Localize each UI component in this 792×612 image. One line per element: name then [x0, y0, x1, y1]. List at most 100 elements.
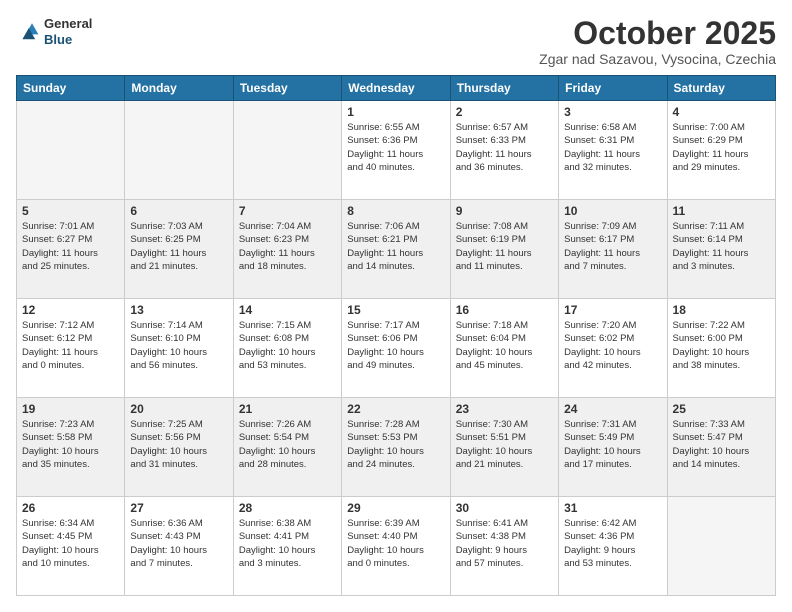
header: General Blue October 2025 Zgar nad Sazav… [16, 16, 776, 67]
calendar-day-cell: 18 Sunrise: 7:22 AM Sunset: 6:00 PM Dayli… [667, 299, 775, 398]
weekday-header-row: SundayMondayTuesdayWednesdayThursdayFrid… [17, 76, 776, 101]
weekday-header-tuesday: Tuesday [233, 76, 341, 101]
weekday-header-thursday: Thursday [450, 76, 558, 101]
page: General Blue October 2025 Zgar nad Sazav… [0, 0, 792, 612]
calendar-day-cell: 5 Sunrise: 7:01 AM Sunset: 6:27 PM Daylig… [17, 200, 125, 299]
day-info: Sunrise: 7:09 AM Sunset: 6:17 PM Dayligh… [564, 220, 661, 273]
day-info: Sunrise: 6:36 AM Sunset: 4:43 PM Dayligh… [130, 517, 227, 570]
day-info: Sunrise: 6:38 AM Sunset: 4:41 PM Dayligh… [239, 517, 336, 570]
day-number: 31 [564, 501, 661, 515]
day-number: 20 [130, 402, 227, 416]
calendar-day-cell: 30 Sunrise: 6:41 AM Sunset: 4:38 PM Dayli… [450, 497, 558, 596]
calendar-day-cell: 3Sunrise: 6:58 AM Sunset: 6:31 PM Daylig… [559, 101, 667, 200]
calendar-day-cell: 27 Sunrise: 6:36 AM Sunset: 4:43 PM Dayli… [125, 497, 233, 596]
calendar-day-cell: 19 Sunrise: 7:23 AM Sunset: 5:58 PM Dayli… [17, 398, 125, 497]
day-info: Sunrise: 7:04 AM Sunset: 6:23 PM Dayligh… [239, 220, 336, 273]
day-number: 4 [673, 105, 770, 119]
title-section: October 2025 Zgar nad Sazavou, Vysocina,… [539, 16, 776, 67]
day-number: 6 [130, 204, 227, 218]
calendar-day-cell: 1 Sunrise: 6:55 AM Sunset: 6:36 PM Daylig… [342, 101, 450, 200]
calendar-day-cell: 11Sunrise: 7:11 AM Sunset: 6:14 PM Dayli… [667, 200, 775, 299]
day-number: 2 [456, 105, 553, 119]
day-info: Sunrise: 7:08 AM Sunset: 6:19 PM Dayligh… [456, 220, 553, 273]
calendar-week-row: 1 Sunrise: 6:55 AM Sunset: 6:36 PM Daylig… [17, 101, 776, 200]
day-info: Sunrise: 6:41 AM Sunset: 4:38 PM Dayligh… [456, 517, 553, 570]
calendar-body: 1 Sunrise: 6:55 AM Sunset: 6:36 PM Daylig… [17, 101, 776, 596]
logo-blue: Blue [44, 32, 92, 48]
day-number: 17 [564, 303, 661, 317]
day-number: 22 [347, 402, 444, 416]
calendar-day-cell: 6 Sunrise: 7:03 AM Sunset: 6:25 PM Daylig… [125, 200, 233, 299]
day-info: Sunrise: 7:23 AM Sunset: 5:58 PM Dayligh… [22, 418, 119, 471]
day-number: 28 [239, 501, 336, 515]
calendar-day-cell: 29Sunrise: 6:39 AM Sunset: 4:40 PM Dayli… [342, 497, 450, 596]
day-number: 25 [673, 402, 770, 416]
weekday-header-monday: Monday [125, 76, 233, 101]
day-info: Sunrise: 6:57 AM Sunset: 6:33 PM Dayligh… [456, 121, 553, 174]
calendar-day-cell: 24Sunrise: 7:31 AM Sunset: 5:49 PM Dayli… [559, 398, 667, 497]
day-number: 9 [456, 204, 553, 218]
calendar-week-row: 26 Sunrise: 6:34 AM Sunset: 4:45 PM Dayli… [17, 497, 776, 596]
calendar-day-cell: 25 Sunrise: 7:33 AM Sunset: 5:47 PM Dayli… [667, 398, 775, 497]
day-info: Sunrise: 7:18 AM Sunset: 6:04 PM Dayligh… [456, 319, 553, 372]
day-info: Sunrise: 6:42 AM Sunset: 4:36 PM Dayligh… [564, 517, 661, 570]
day-number: 7 [239, 204, 336, 218]
calendar-week-row: 19 Sunrise: 7:23 AM Sunset: 5:58 PM Dayli… [17, 398, 776, 497]
logo-text: General Blue [44, 16, 92, 47]
calendar-day-cell [125, 101, 233, 200]
calendar-day-cell: 28 Sunrise: 6:38 AM Sunset: 4:41 PM Dayli… [233, 497, 341, 596]
day-number: 24 [564, 402, 661, 416]
weekday-header-friday: Friday [559, 76, 667, 101]
day-number: 8 [347, 204, 444, 218]
calendar-day-cell: 12 Sunrise: 7:12 AM Sunset: 6:12 PM Dayli… [17, 299, 125, 398]
day-info: Sunrise: 6:55 AM Sunset: 6:36 PM Dayligh… [347, 121, 444, 174]
day-info: Sunrise: 7:20 AM Sunset: 6:02 PM Dayligh… [564, 319, 661, 372]
day-number: 1 [347, 105, 444, 119]
day-info: Sunrise: 7:15 AM Sunset: 6:08 PM Dayligh… [239, 319, 336, 372]
day-info: Sunrise: 7:11 AM Sunset: 6:14 PM Dayligh… [673, 220, 770, 273]
day-info: Sunrise: 7:00 AM Sunset: 6:29 PM Dayligh… [673, 121, 770, 174]
day-number: 30 [456, 501, 553, 515]
logo-icon [16, 20, 40, 44]
day-number: 5 [22, 204, 119, 218]
day-info: Sunrise: 7:06 AM Sunset: 6:21 PM Dayligh… [347, 220, 444, 273]
calendar-day-cell: 2 Sunrise: 6:57 AM Sunset: 6:33 PM Daylig… [450, 101, 558, 200]
day-number: 18 [673, 303, 770, 317]
day-number: 12 [22, 303, 119, 317]
day-number: 21 [239, 402, 336, 416]
weekday-header-wednesday: Wednesday [342, 76, 450, 101]
day-number: 27 [130, 501, 227, 515]
logo-general: General [44, 16, 92, 32]
day-info: Sunrise: 6:39 AM Sunset: 4:40 PM Dayligh… [347, 517, 444, 570]
day-number: 15 [347, 303, 444, 317]
day-info: Sunrise: 7:25 AM Sunset: 5:56 PM Dayligh… [130, 418, 227, 471]
day-info: Sunrise: 6:34 AM Sunset: 4:45 PM Dayligh… [22, 517, 119, 570]
day-info: Sunrise: 7:22 AM Sunset: 6:00 PM Dayligh… [673, 319, 770, 372]
day-info: Sunrise: 7:33 AM Sunset: 5:47 PM Dayligh… [673, 418, 770, 471]
calendar-day-cell [233, 101, 341, 200]
day-info: Sunrise: 7:03 AM Sunset: 6:25 PM Dayligh… [130, 220, 227, 273]
calendar-header: SundayMondayTuesdayWednesdayThursdayFrid… [17, 76, 776, 101]
day-info: Sunrise: 7:26 AM Sunset: 5:54 PM Dayligh… [239, 418, 336, 471]
day-number: 26 [22, 501, 119, 515]
weekday-header-saturday: Saturday [667, 76, 775, 101]
day-number: 3 [564, 105, 661, 119]
calendar-day-cell: 21 Sunrise: 7:26 AM Sunset: 5:54 PM Dayli… [233, 398, 341, 497]
calendar-day-cell: 22Sunrise: 7:28 AM Sunset: 5:53 PM Dayli… [342, 398, 450, 497]
day-info: Sunrise: 7:14 AM Sunset: 6:10 PM Dayligh… [130, 319, 227, 372]
calendar-week-row: 12 Sunrise: 7:12 AM Sunset: 6:12 PM Dayli… [17, 299, 776, 398]
calendar-day-cell: 14Sunrise: 7:15 AM Sunset: 6:08 PM Dayli… [233, 299, 341, 398]
day-number: 23 [456, 402, 553, 416]
calendar-day-cell: 16 Sunrise: 7:18 AM Sunset: 6:04 PM Dayli… [450, 299, 558, 398]
day-info: Sunrise: 7:12 AM Sunset: 6:12 PM Dayligh… [22, 319, 119, 372]
day-number: 16 [456, 303, 553, 317]
calendar-day-cell: 17 Sunrise: 7:20 AM Sunset: 6:02 PM Dayli… [559, 299, 667, 398]
month-title: October 2025 [539, 16, 776, 51]
calendar-day-cell [17, 101, 125, 200]
calendar-day-cell: 31 Sunrise: 6:42 AM Sunset: 4:36 PM Dayli… [559, 497, 667, 596]
day-number: 13 [130, 303, 227, 317]
calendar-day-cell: 9 Sunrise: 7:08 AM Sunset: 6:19 PM Daylig… [450, 200, 558, 299]
day-number: 19 [22, 402, 119, 416]
calendar-day-cell: 26 Sunrise: 6:34 AM Sunset: 4:45 PM Dayli… [17, 497, 125, 596]
day-info: Sunrise: 7:01 AM Sunset: 6:27 PM Dayligh… [22, 220, 119, 273]
